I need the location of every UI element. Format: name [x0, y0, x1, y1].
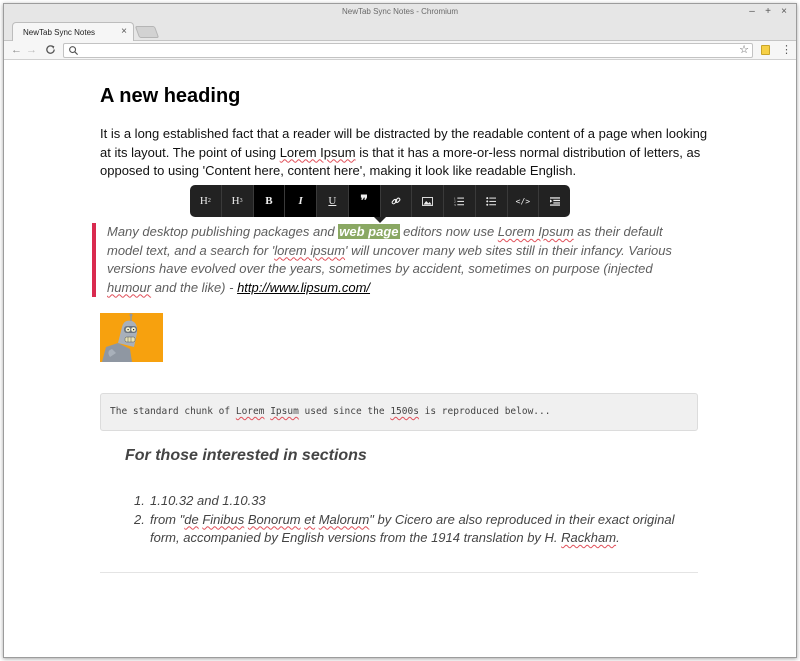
quote-icon: ❞ — [360, 193, 368, 209]
list-item-text: 1.10.32 and 1.10.33 — [150, 493, 266, 508]
browser-toolbar: ← → ☆ ⋮ — [4, 41, 796, 60]
window-title: NewTab Sync Notes - Chromium — [341, 7, 459, 16]
robot-illustration — [100, 313, 163, 362]
link-button[interactable] — [381, 185, 413, 217]
italic-label: I — [298, 195, 303, 207]
spellcheck-word: Bonorum — [247, 511, 301, 527]
lipsum-link[interactable]: http://www.lipsum.com/ — [237, 280, 370, 295]
link-icon — [391, 197, 401, 205]
reload-icon[interactable] — [45, 44, 56, 58]
list-text: from " — [150, 511, 185, 527]
spellcheck-word: Finibus — [202, 511, 245, 527]
ordered-list-icon: 1 2 3 — [454, 196, 465, 206]
h3-sup: 3 — [239, 198, 243, 204]
list-item[interactable]: 1. 1.10.32 and 1.10.33 — [134, 492, 704, 511]
h2-sup: 2 — [207, 198, 211, 204]
document-heading[interactable]: A new heading — [100, 85, 240, 108]
menu-icon[interactable]: ⋮ — [781, 43, 792, 56]
list-number: 2. — [134, 511, 145, 527]
editor-page: A new heading It is a long established f… — [4, 61, 796, 657]
ordered-list[interactable]: 1. 1.10.32 and 1.10.33 2. from "de Finibus… — [134, 492, 704, 548]
back-icon[interactable]: ← — [11, 44, 22, 56]
list-text: . — [616, 530, 620, 545]
underline-button[interactable]: U — [317, 185, 349, 217]
spellcheck-word: de — [184, 511, 199, 527]
code-text: is reproduced below... — [418, 406, 551, 417]
address-bar[interactable]: ☆ — [63, 43, 753, 58]
image-button[interactable] — [412, 185, 444, 217]
new-tab-button[interactable] — [134, 26, 160, 38]
title-bar: NewTab Sync Notes - Chromium – + × — [4, 4, 796, 21]
spellcheck-word: Lorem — [235, 406, 265, 417]
h2-button[interactable]: H2 — [190, 185, 222, 217]
quote-text: Many desktop publishing packages and — [107, 224, 339, 239]
close-window-button[interactable]: × — [780, 6, 788, 18]
image-icon — [422, 196, 434, 206]
h3-button[interactable]: H3 — [222, 185, 254, 217]
spellcheck-word: humour — [107, 279, 152, 295]
browser-window: NewTab Sync Notes - Chromium – + × NewTa… — [3, 3, 797, 658]
code-text: The standard chunk of — [110, 406, 236, 417]
format-toolbar: H2 H3 B I U ❞ 1 2 3 </> — [190, 185, 570, 223]
spellcheck-word: Lorem Ipsum — [497, 224, 574, 239]
underline-label: U — [328, 195, 337, 207]
unordered-list-button[interactable] — [476, 185, 508, 217]
spellcheck-word: Malorum — [318, 511, 370, 527]
bold-button[interactable]: B — [253, 185, 286, 217]
window-controls: – + × — [748, 6, 788, 18]
selected-text-highlight: web page — [338, 224, 400, 239]
spellcheck-word: lorem ipsum — [274, 242, 346, 258]
tab-newtab-sync-notes[interactable]: NewTab Sync Notes × — [12, 22, 134, 42]
reload-svg — [46, 45, 55, 54]
tab-title: NewTab Sync Notes — [23, 28, 96, 37]
italic-button[interactable]: I — [285, 185, 317, 217]
embedded-image[interactable] — [100, 313, 163, 362]
svg-text:3: 3 — [454, 203, 456, 206]
list-item-text: from "de Finibus Bonorum et Malorum" by … — [150, 511, 704, 548]
section-subheading[interactable]: For those interested in sections — [125, 447, 367, 465]
bookmark-star-icon[interactable]: ☆ — [739, 43, 749, 56]
spellcheck-word: 1500s — [390, 406, 419, 417]
code-block[interactable]: The standard chunk of Lorem Ipsum used s… — [100, 393, 698, 431]
indent-button[interactable] — [539, 185, 570, 217]
maximize-button[interactable]: + — [764, 6, 772, 18]
spellcheck-word: Rackham — [561, 530, 617, 545]
extension-note-icon[interactable] — [761, 45, 770, 55]
unordered-list-icon — [486, 197, 497, 206]
spellcheck-word: Ipsum — [270, 406, 299, 417]
search-icon — [69, 46, 79, 56]
quote-button[interactable]: ❞ — [348, 185, 381, 217]
blockquote[interactable]: Many desktop publishing packages and web… — [92, 223, 692, 297]
spellcheck-word: Lorem Ipsum — [279, 144, 356, 160]
body-paragraph[interactable]: It is a long established fact that a rea… — [100, 125, 710, 181]
horizontal-rule — [100, 572, 698, 573]
quote-text: and the like) - — [151, 279, 238, 295]
list-number: 1. — [134, 493, 145, 508]
bold-label: B — [265, 195, 273, 207]
tab-strip: NewTab Sync Notes × — [4, 21, 796, 42]
ordered-list-button[interactable]: 1 2 3 — [444, 185, 476, 217]
tab-close-icon[interactable]: × — [121, 26, 127, 37]
quote-text: editors now use — [399, 224, 498, 239]
list-item[interactable]: 2. from "de Finibus Bonorum et Malorum" b… — [134, 511, 704, 548]
indent-icon — [549, 196, 560, 206]
h3-label: H — [231, 195, 240, 207]
forward-icon[interactable]: → — [26, 44, 37, 56]
code-button[interactable]: </> — [508, 185, 540, 217]
code-text: used since the — [298, 406, 391, 417]
code-icon: </> — [515, 196, 531, 206]
spellcheck-word: et — [304, 511, 316, 527]
h2-label: H — [199, 195, 208, 207]
minimize-button[interactable]: – — [748, 6, 756, 18]
